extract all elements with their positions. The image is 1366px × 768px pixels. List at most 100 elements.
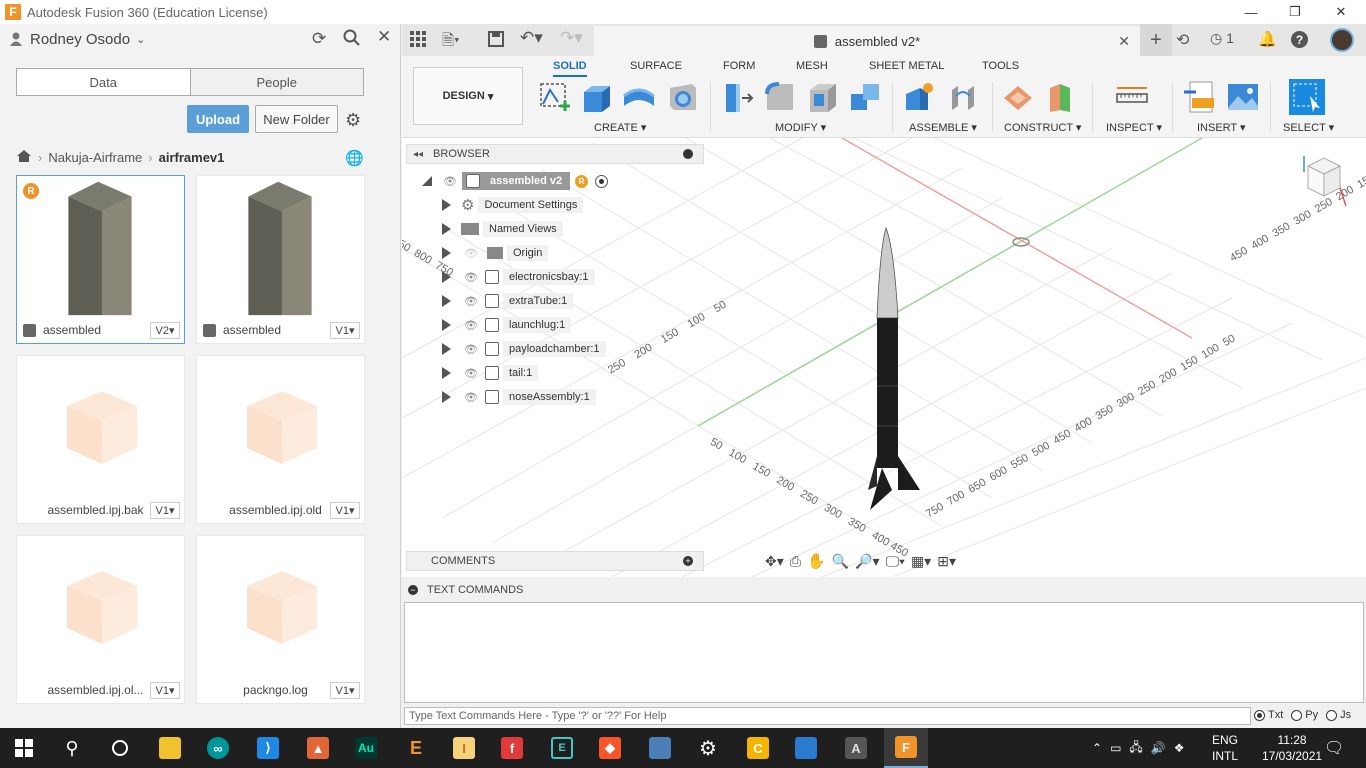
- display-settings-icon[interactable]: 🖵▾: [886, 553, 905, 570]
- collapse-browser-icon[interactable]: ◂◂: [413, 149, 423, 160]
- insert-menu[interactable]: INSERT ▾: [1197, 121, 1246, 134]
- terminal-app-icon[interactable]: E: [546, 732, 578, 764]
- job-status-icon[interactable]: ◷ 1: [1210, 30, 1234, 47]
- file-explorer-icon[interactable]: [154, 732, 186, 764]
- file-tile[interactable]: R assembled V2 ▾: [16, 175, 185, 344]
- hole-icon[interactable]: [666, 80, 700, 114]
- undo-icon[interactable]: ↶▾: [520, 28, 543, 48]
- modify-menu[interactable]: MODIFY ▾: [775, 121, 826, 134]
- assemble-menu[interactable]: ASSEMBLE ▾: [909, 121, 977, 134]
- task-view-icon[interactable]: [104, 732, 136, 764]
- browser-node[interactable]: ⚙ Document Settings: [442, 195, 584, 215]
- close-button[interactable]: ✕: [1318, 0, 1364, 24]
- volume-icon[interactable]: 🔊: [1151, 741, 1166, 755]
- mode-js-radio[interactable]: Js: [1326, 709, 1351, 721]
- revolve-icon[interactable]: [622, 80, 656, 114]
- breadcrumb-project[interactable]: Nakuja-Airframe: [48, 150, 142, 165]
- visibility-eye-icon[interactable]: 👁: [463, 391, 479, 404]
- notifications-icon[interactable]: 🔔: [1258, 30, 1277, 48]
- visibility-eye-icon[interactable]: 👁: [463, 343, 479, 356]
- home-icon[interactable]: [16, 149, 32, 166]
- text-commands-output[interactable]: [404, 602, 1364, 703]
- visibility-eye-icon[interactable]: 👁: [463, 295, 479, 308]
- expand-triangle-icon[interactable]: [442, 199, 451, 211]
- tab-data[interactable]: Data: [17, 69, 190, 95]
- inspect-menu[interactable]: INSPECT ▾: [1106, 121, 1162, 134]
- new-folder-button[interactable]: New Folder: [255, 105, 338, 133]
- version-dropdown[interactable]: V1 ▾: [330, 682, 360, 699]
- view-cube-icon[interactable]: [1300, 152, 1350, 212]
- viewports-icon[interactable]: ⊞▾: [937, 553, 956, 570]
- hidden-eye-icon[interactable]: 👁: [463, 247, 479, 260]
- browser-node[interactable]: 👁 payloadchamber:1: [442, 339, 606, 359]
- expand-triangle-icon[interactable]: [442, 391, 451, 403]
- network-icon[interactable]: 🖧: [1129, 738, 1142, 759]
- version-dropdown[interactable]: V1 ▾: [330, 322, 360, 339]
- construct-menu[interactable]: CONSTRUCT ▾: [1004, 121, 1081, 134]
- save-icon[interactable]: [488, 31, 504, 50]
- fusion-taskbar-icon[interactable]: F: [884, 728, 928, 768]
- collapse-triangle-icon[interactable]: [422, 176, 432, 186]
- expand-triangle-icon[interactable]: [442, 271, 451, 283]
- version-dropdown[interactable]: V1 ▾: [330, 502, 360, 519]
- extensions-icon[interactable]: ⟲: [1176, 30, 1189, 50]
- clock[interactable]: 11:28 17/03/2021: [1262, 728, 1322, 768]
- language-indicator[interactable]: ENG INTL: [1212, 728, 1238, 768]
- tab-mesh[interactable]: MESH: [796, 60, 828, 72]
- autodesk-icon[interactable]: A: [840, 732, 872, 764]
- add-comment-icon[interactable]: +: [683, 556, 693, 566]
- dropbox-icon[interactable]: ❖: [1174, 741, 1185, 755]
- new-tab-icon[interactable]: +: [1140, 24, 1172, 56]
- mode-txt-radio[interactable]: Txt: [1254, 709, 1283, 721]
- remote-desktop-icon[interactable]: [790, 732, 822, 764]
- insert-svg-icon[interactable]: [1182, 80, 1216, 114]
- fillet-icon[interactable]: [763, 80, 797, 114]
- browser-node[interactable]: 👁 Origin: [442, 243, 549, 263]
- version-dropdown[interactable]: V1 ▾: [150, 682, 180, 699]
- visibility-eye-icon[interactable]: 👁: [463, 367, 479, 380]
- file-tile[interactable]: assembled.ipj.old V1 ▾: [196, 355, 365, 524]
- fit-icon[interactable]: 🔎▾: [855, 553, 879, 570]
- visibility-eye-icon[interactable]: 👁: [463, 319, 479, 332]
- grid-menu-icon[interactable]: [410, 31, 426, 50]
- browser-node[interactable]: 👁 electronicsbay:1: [442, 267, 595, 287]
- settings-gear-icon[interactable]: ⚙: [692, 732, 724, 764]
- workspace-switcher[interactable]: DESIGN ▾: [413, 67, 523, 125]
- brave-icon[interactable]: ◆: [594, 732, 626, 764]
- eagle-icon[interactable]: E: [400, 732, 432, 764]
- refresh-icon[interactable]: ⟳: [312, 29, 326, 49]
- inventor-icon[interactable]: I: [448, 732, 480, 764]
- insert-image-icon[interactable]: [1226, 80, 1260, 114]
- foxit-icon[interactable]: f: [496, 732, 528, 764]
- photos-icon[interactable]: [644, 732, 676, 764]
- expand-triangle-icon[interactable]: [442, 367, 451, 379]
- browser-node[interactable]: 👁 noseAssembly:1: [442, 387, 596, 407]
- expand-triangle-icon[interactable]: [442, 295, 451, 307]
- file-tile[interactable]: assembled V1 ▾: [196, 175, 365, 344]
- minimize-button[interactable]: —: [1228, 0, 1274, 24]
- document-tab[interactable]: assembled v2* ✕: [594, 26, 1140, 56]
- c-app-icon[interactable]: C: [742, 732, 774, 764]
- browser-node[interactable]: 👁 extraTube:1: [442, 291, 574, 311]
- browser-root-node[interactable]: 👁 assembled v2 R: [422, 171, 609, 191]
- globe-icon[interactable]: 🌐: [345, 149, 364, 167]
- search-icon[interactable]: ⚲: [56, 732, 88, 764]
- new-component-icon[interactable]: [902, 80, 936, 114]
- create-menu[interactable]: CREATE ▾: [594, 121, 646, 134]
- zoom-icon[interactable]: 🔍: [832, 553, 849, 570]
- tab-surface[interactable]: SURFACE: [630, 60, 682, 72]
- collapse-text-commands-icon[interactable]: −: [408, 584, 418, 595]
- browser-minimize-icon[interactable]: [683, 149, 693, 159]
- version-dropdown[interactable]: V2 ▾: [150, 322, 180, 339]
- tab-solid[interactable]: SOLID: [553, 60, 587, 77]
- browser-node[interactable]: 👁 launchlug:1: [442, 315, 572, 335]
- audition-icon[interactable]: Au: [350, 732, 382, 764]
- browser-node[interactable]: 👁 tail:1: [442, 363, 539, 383]
- expand-triangle-icon[interactable]: [442, 343, 451, 355]
- search-icon[interactable]: [343, 29, 361, 50]
- tab-people[interactable]: People: [189, 69, 363, 95]
- offset-plane-icon[interactable]: [1002, 80, 1036, 114]
- upload-button[interactable]: Upload: [187, 105, 249, 133]
- comments-panel[interactable]: COMMENTS +: [406, 551, 704, 571]
- close-panel-icon[interactable]: ✕: [377, 27, 391, 47]
